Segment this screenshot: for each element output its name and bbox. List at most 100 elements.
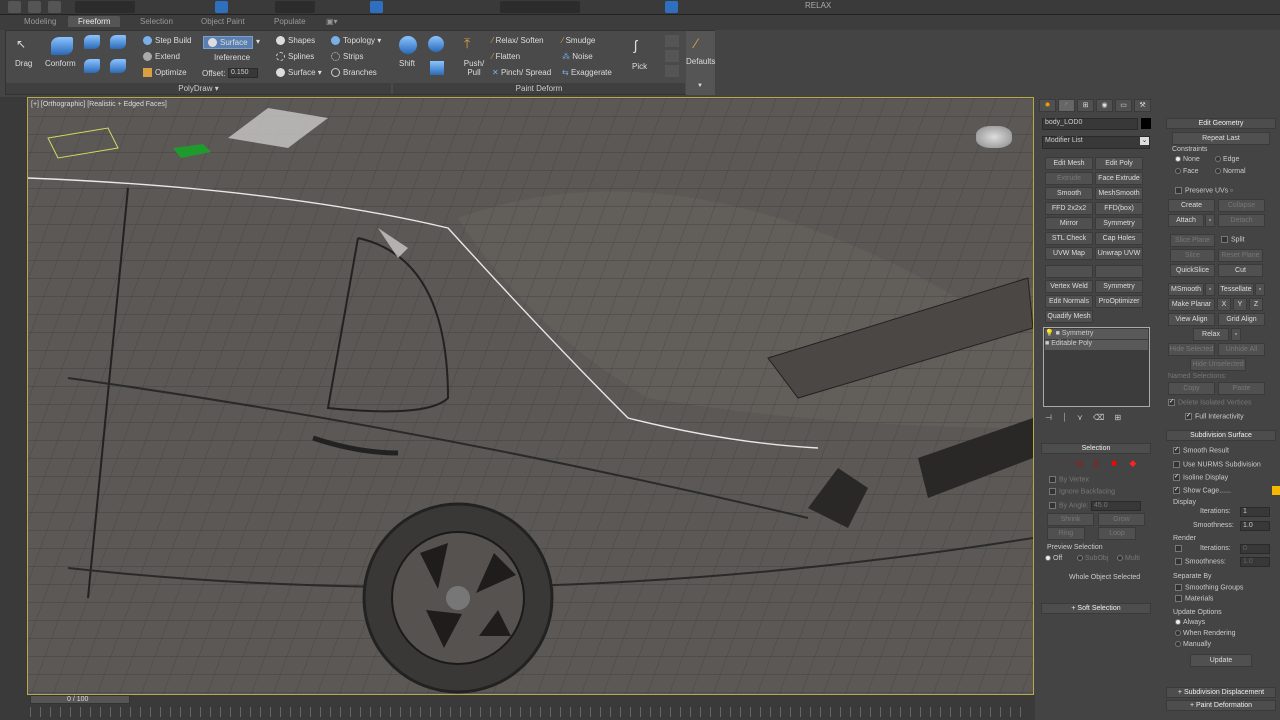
element-icon[interactable]: ◆ [1129, 458, 1141, 468]
planar-y-button[interactable]: Y [1233, 298, 1247, 311]
viewport[interactable]: [+] [Orthographic] [Realistic + Edged Fa… [27, 97, 1034, 695]
modifier-button[interactable]: ProOptimizer [1095, 295, 1143, 308]
repeat-last-button[interactable]: Repeat Last [1172, 132, 1270, 145]
relax-soften-button[interactable]: ⁄ Relax/ Soften [492, 36, 544, 45]
modifier-button[interactable] [1095, 265, 1143, 278]
unlink-icon[interactable] [28, 1, 41, 13]
delete-isolated-checkbox[interactable]: ✓ Delete Isolated Vertices [1168, 399, 1252, 406]
utilities-tab-icon[interactable]: ⚒ [1134, 99, 1151, 112]
view-align-button[interactable]: View Align [1168, 313, 1215, 326]
modifier-button[interactable]: Symmetry [1095, 217, 1143, 230]
smoothing-groups-checkbox[interactable]: Smoothing Groups [1175, 584, 1243, 591]
stack-item-symmetry[interactable]: 💡 ■ Symmetry [1045, 329, 1148, 339]
reference-coord-dropdown[interactable] [275, 1, 315, 13]
hide-unselected-button[interactable]: Hide Unselected [1190, 358, 1246, 371]
modifier-button[interactable]: Vertex Weld [1045, 280, 1093, 293]
render-iterations-spinner[interactable]: 0 [1240, 544, 1270, 554]
constraint-normal-radio[interactable]: Normal [1215, 168, 1246, 175]
update-always-radio[interactable]: Always [1175, 619, 1205, 626]
preview-multi-radio[interactable]: Multi [1117, 555, 1140, 562]
viewcube[interactable] [976, 126, 1012, 148]
pick-button[interactable]: Pick [632, 62, 647, 71]
slice-plane-button[interactable]: Slice Plane [1170, 234, 1215, 247]
shapes-button[interactable]: Shapes [276, 36, 315, 46]
undo-icon[interactable] [665, 65, 679, 77]
branches-button[interactable]: Branches [331, 68, 377, 78]
reset-plane-button[interactable]: Reset Plane [1218, 249, 1263, 262]
render-iterations-checkbox[interactable] [1175, 545, 1185, 552]
selection-filter-dropdown[interactable] [75, 1, 135, 13]
grid-align-button[interactable]: Grid Align [1218, 313, 1265, 326]
full-interactivity-checkbox[interactable]: ✓ Full Interactivity [1185, 413, 1244, 420]
modifier-button[interactable]: Symmetry [1095, 280, 1143, 293]
paint-deformation-rollout-header[interactable]: + Paint Deformation [1166, 700, 1276, 711]
use-nurms-checkbox[interactable]: Use NURMS Subdivision [1173, 461, 1261, 468]
time-slider[interactable]: 0 / 100 [0, 695, 1035, 720]
modifier-button[interactable]: STL Check [1045, 232, 1093, 245]
polydraw-group-label[interactable]: PolyDraw ▾ [6, 83, 391, 94]
defaults-expand-icon[interactable]: ▼ [697, 83, 703, 89]
quickslice-button[interactable]: QuickSlice [1170, 264, 1215, 277]
relax-button[interactable]: Relax [1193, 328, 1229, 341]
splines-button[interactable]: Splines [276, 52, 314, 62]
make-planar-button[interactable]: Make Planar [1168, 298, 1215, 311]
exaggerate-button[interactable]: ⇆ Exaggerate [562, 68, 612, 77]
cut-button[interactable]: Cut [1218, 264, 1263, 277]
update-manually-radio[interactable]: Manually [1175, 641, 1211, 648]
surface-dropdown-arrow[interactable]: ▾ [256, 37, 260, 46]
tab-object-paint[interactable]: Object Paint [201, 17, 245, 26]
preview-subobj-radio[interactable]: SubObj [1077, 555, 1108, 562]
update-button[interactable]: Update [1190, 654, 1252, 667]
modifier-button[interactable]: Face Extrude [1095, 172, 1143, 185]
render-smoothness-checkbox[interactable]: Smoothness: [1175, 558, 1226, 565]
hierarchy-tab-icon[interactable]: ⊞ [1077, 99, 1094, 112]
ribbon-options-icon[interactable]: ▣▾ [326, 17, 338, 26]
modifier-button[interactable]: UVW Map [1045, 247, 1093, 260]
copy-button[interactable]: Copy [1168, 382, 1215, 395]
modifier-button[interactable] [1045, 265, 1093, 278]
extend-button[interactable]: Extend [143, 52, 180, 62]
preview-off-radio[interactable]: Off [1045, 555, 1062, 562]
by-angle-checkbox[interactable]: By Angle: [1049, 502, 1089, 509]
attach-button[interactable]: Attach [1168, 214, 1204, 227]
select-object-icon[interactable] [215, 1, 228, 13]
time-slider-thumb[interactable]: 0 / 100 [30, 695, 130, 704]
conform-brush-icon[interactable] [84, 35, 100, 49]
modifier-button[interactable]: Extrude [1045, 172, 1093, 185]
accept-icon[interactable] [665, 35, 679, 47]
drag-button[interactable]: Drag [15, 59, 32, 68]
optimize-button[interactable]: Optimize [143, 68, 187, 78]
conform-button[interactable]: Conform [45, 59, 76, 68]
flatten-button[interactable]: ⁄ Flatten [492, 52, 520, 61]
modifier-stack[interactable]: 💡 ■ Symmetry ■ Editable Poly [1043, 327, 1150, 407]
planar-x-button[interactable]: X [1217, 298, 1231, 311]
move-icon[interactable] [370, 1, 383, 13]
object-name-field[interactable]: body_LOD0 [1042, 118, 1138, 130]
preserve-uvs-checkbox[interactable]: Preserve UVs ▫ [1175, 187, 1233, 194]
modifier-button[interactable]: Quadify Mesh [1045, 310, 1093, 323]
materials-checkbox[interactable]: Materials [1175, 595, 1213, 602]
modifier-button[interactable]: Edit Poly [1095, 157, 1143, 170]
topology-button[interactable]: Topology ▾ [331, 36, 381, 46]
soft-selection-rollout-header[interactable]: + Soft Selection [1041, 603, 1151, 614]
cancel-icon[interactable] [665, 50, 679, 62]
grow-button[interactable]: Grow [1098, 513, 1145, 526]
display-smoothness-spinner[interactable]: 1.0 [1240, 521, 1270, 531]
modifier-button[interactable]: Mirror [1045, 217, 1093, 230]
polygon-icon[interactable]: ■ [1111, 458, 1121, 468]
reference-button[interactable]: Ireference [214, 53, 250, 62]
msmooth-settings-button[interactable]: ▫ [1205, 283, 1215, 296]
detach-button[interactable]: Detach [1218, 214, 1265, 227]
relax-settings-button[interactable]: ▫ [1231, 328, 1241, 341]
smooth-result-checkbox[interactable]: ✓ Smooth Result [1173, 447, 1229, 454]
constraint-none-radio[interactable]: None [1175, 156, 1200, 163]
paste-button[interactable]: Paste [1218, 382, 1265, 395]
smudge-button[interactable]: ⁄ Smudge [562, 36, 595, 45]
display-iterations-spinner[interactable]: 1 [1240, 507, 1270, 517]
split-checkbox[interactable]: Split [1221, 236, 1245, 243]
subobject-level-icons[interactable]: · ◁ ▯ ■ ◆ [1059, 458, 1141, 469]
tab-selection[interactable]: Selection [140, 17, 173, 26]
tab-freeform[interactable]: Freeform [68, 16, 121, 27]
constraint-face-radio[interactable]: Face [1175, 168, 1199, 175]
angle-spinner[interactable]: 45.0 [1091, 501, 1141, 511]
